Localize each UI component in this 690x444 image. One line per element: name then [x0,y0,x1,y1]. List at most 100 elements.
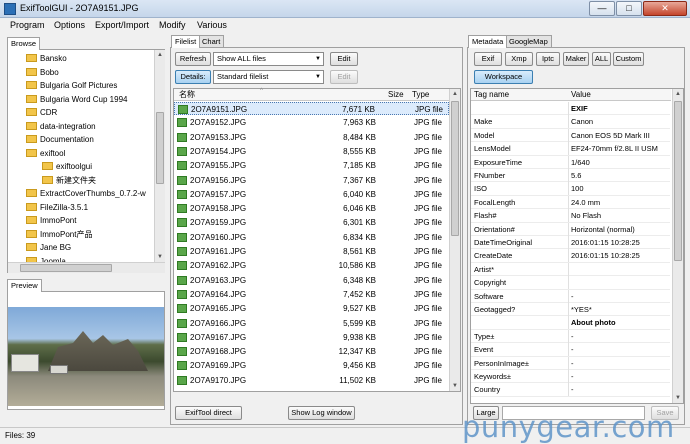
tab-chart[interactable]: Chart [198,35,225,47]
folder-item[interactable]: Bulgaria Golf Pictures [26,79,117,92]
xmp-button[interactable]: Xmp [505,52,533,66]
table-row[interactable]: 2O7A9164.JPG 7,452 KB JPG file [174,288,449,301]
scroll-up-arrow-icon[interactable]: ▲ [673,89,683,99]
metadata-row[interactable]: Artist* [471,262,670,277]
table-row[interactable]: 2O7A9157.JPG 6,040 KB JPG file [174,188,449,201]
folder-item[interactable]: data-integration [26,120,96,133]
metadata-row[interactable]: EXIF [471,102,670,116]
folder-item[interactable]: 新建文件夹 [42,174,96,187]
table-row[interactable]: 2O7A9152.JPG 7,963 KB JPG file [174,116,449,129]
table-row[interactable]: 2O7A9167.JPG 9,938 KB JPG file [174,331,449,344]
metadata-row[interactable]: LensModel EF24-70mm f/2.8L II USM [471,142,670,156]
col-type[interactable]: Type [412,89,429,101]
table-row[interactable]: 2O7A9155.JPG 7,185 KB JPG file [174,159,449,172]
metadata-row[interactable]: Type± - [471,329,670,344]
tab-filelist[interactable]: Filelist [171,35,201,48]
folder-item[interactable]: Bulgaria Word Cup 1994 [26,93,127,106]
metadata-row[interactable]: ISO 100 [471,182,670,196]
tab-preview[interactable]: Preview [7,279,42,292]
table-row[interactable]: 2O7A9159.JPG 6,301 KB JPG file [174,216,449,229]
show-log-button[interactable]: Show Log window [288,406,355,420]
scroll-down-arrow-icon[interactable]: ▼ [450,381,460,391]
menu-program[interactable]: Program [10,20,45,30]
hscroll-thumb[interactable] [20,264,112,272]
metadata-row[interactable]: PersonInImage± - [471,356,670,370]
scroll-thumb[interactable] [451,101,459,236]
table-row[interactable]: 2O7A9154.JPG 8,555 KB JPG file [174,145,449,158]
menu-modify[interactable]: Modify [159,20,186,30]
metadata-row[interactable]: CreateDate 2016:01:15 10:28:25 [471,249,670,263]
folder-tree-vscroll[interactable]: ▲ ▼ [154,50,165,262]
col-value[interactable]: Value [571,89,591,101]
metadata-row[interactable]: Country - [471,383,670,397]
menu-options[interactable]: Options [54,20,85,30]
table-row[interactable]: 2O7A9165.JPG 9,527 KB JPG file [174,302,449,315]
exif-button[interactable]: Exif [474,52,502,66]
metadata-row[interactable]: Event - [471,343,670,357]
folder-item[interactable]: CDR [26,106,57,119]
filter-edit-button[interactable]: Edit [330,52,358,66]
custom-button[interactable]: Custom [613,52,644,66]
metadata-row[interactable]: FocalLength 24.0 mm [471,195,670,210]
metadata-row[interactable]: Model Canon EOS 5D Mark III [471,128,670,143]
table-row[interactable]: 2O7A9160.JPG 6,834 KB JPG file [174,231,449,244]
exiftool-direct-button[interactable]: ExifTool direct [175,406,242,420]
col-size[interactable]: Size [388,89,404,101]
metadata-row[interactable]: FNumber 5.6 [471,169,670,183]
maker-button[interactable]: Maker [563,52,589,66]
folder-item[interactable]: FileZilla-3.5.1 [26,201,88,214]
workspace-button[interactable]: Workspace [474,70,533,84]
tab-metadata[interactable]: Metadata [468,35,508,48]
folder-item[interactable]: Documentation [26,133,94,146]
metadata-row[interactable]: Make Canon [471,115,670,129]
metadata-row[interactable]: Geotagged? *YES* [471,303,670,317]
folder-item[interactable]: ExtractCoverThumbs_0.7.2-w [26,187,146,200]
table-row[interactable]: 2O7A9166.JPG 5,599 KB JPG file [174,317,449,330]
folder-item[interactable]: Bobo [26,66,59,79]
view-select[interactable]: Standard filelist ▼ [213,70,324,84]
table-row[interactable]: 2O7A9162.JPG 10,586 KB JPG file [174,259,449,272]
folder-item[interactable]: ImmoPont [26,214,76,227]
metadata-row[interactable]: Copyright [471,276,670,290]
table-row[interactable]: 2O7A9153.JPG 8,484 KB JPG file [174,131,449,144]
table-row[interactable]: 2O7A9158.JPG 6,046 KB JPG file [174,202,449,215]
folder-item-expanded[interactable]: exiftool [26,147,65,160]
scroll-down-arrow-icon[interactable]: ▼ [673,393,683,403]
file-table[interactable]: 名称 ^ Size Type 2O7A9151.JPG 7,671 KB JPG f… [173,88,461,392]
scroll-thumb[interactable] [674,101,682,261]
maximize-button[interactable]: □ [616,1,642,16]
refresh-button[interactable]: Refresh [175,52,211,66]
scroll-thumb[interactable] [156,112,164,184]
all-button[interactable]: ALL [592,52,611,66]
metadata-row[interactable]: Orientation# Horizontal (normal) [471,222,670,236]
folder-tree-hscroll[interactable] [8,262,165,273]
table-row[interactable]: 2O7A9161.JPG 8,561 KB JPG file [174,245,449,258]
metadata-row[interactable]: ExposureTime 1/640 [471,155,670,169]
tab-googlemap[interactable]: GoogleMap [505,35,552,47]
folder-item[interactable]: Jane BG [26,241,71,254]
col-tag-name[interactable]: Tag name [474,89,509,101]
tab-browse[interactable]: Browse [7,37,41,50]
minimize-button[interactable]: — [589,1,615,16]
table-row[interactable]: 2O7A9163.JPG 6,348 KB JPG file [174,274,449,287]
metadata-row[interactable]: Keywords± - [471,370,670,384]
metadata-row[interactable]: Flash# No Flash [471,209,670,223]
metadata-row[interactable]: Software - [471,289,670,303]
iptc-button[interactable]: Iptc [536,52,560,66]
table-row[interactable]: 2O7A9156.JPG 7,367 KB JPG file [174,174,449,187]
file-table-vscroll[interactable]: ▲ ▼ [449,89,460,391]
metadata-row[interactable]: DateTimeOriginal 2016:01:15 10:28:25 [471,236,670,250]
scroll-up-arrow-icon[interactable]: ▲ [450,89,460,99]
metadata-row[interactable]: About photo [471,316,670,330]
folder-item[interactable]: ImmoPont产品 [26,228,92,241]
table-row[interactable]: 2O7A9170.JPG 11,502 KB JPG file [174,374,449,387]
folder-item[interactable]: exiftoolgui [42,160,92,173]
filter-select[interactable]: Show ALL files ▼ [213,52,324,66]
table-row[interactable]: 2O7A9168.JPG 12,347 KB JPG file [174,345,449,358]
close-button[interactable]: ✕ [643,1,687,16]
table-row[interactable]: 2O7A9151.JPG 7,671 KB JPG file [174,102,449,115]
folder-tree[interactable]: Bansko Bobo Bulgaria Golf Pictures Bulga… [7,49,165,273]
details-button[interactable]: Details: [175,70,211,84]
scroll-up-arrow-icon[interactable]: ▲ [155,50,165,60]
scroll-down-arrow-icon[interactable]: ▼ [155,252,165,262]
